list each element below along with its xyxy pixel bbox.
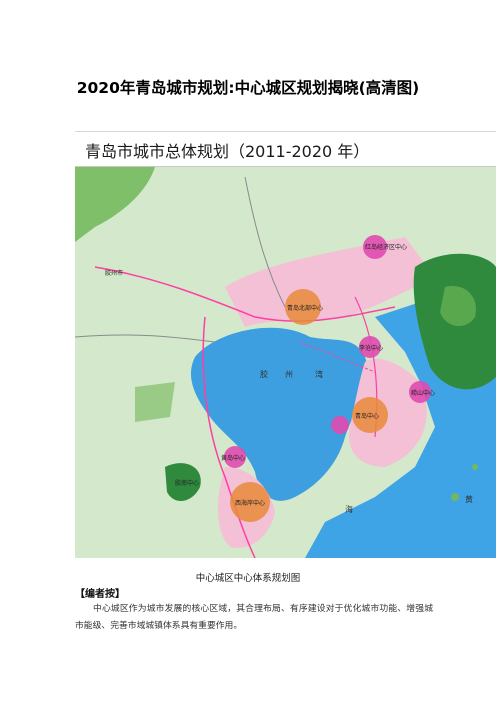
label-west-coast: 西海岸中心 — [235, 499, 265, 507]
label-bay-2: 州 — [285, 370, 293, 379]
label-laoshan: 崂山中心 — [411, 389, 435, 397]
label-red-island: 红岛经济区中心 — [365, 243, 407, 251]
island-1 — [451, 493, 459, 501]
island-2 — [472, 464, 478, 470]
editor-note-label: 【编者按】 — [75, 589, 125, 600]
map-title: 青岛市城市总体规划（2011-2020 年） — [85, 142, 370, 161]
center-small-marker — [331, 416, 349, 434]
green-patch-west — [135, 382, 175, 422]
planning-map: 胶州市 青岛北部中心 红岛经济区中心 李沧中心 崂山中心 黄岛中心 青岛中心 西… — [75, 167, 496, 558]
document-title: 2020年青岛城市规划:中心城区规划揭晓(高清图) — [76, 79, 420, 97]
label-city-west: 胶州市 — [105, 269, 123, 277]
label-main: 青岛中心 — [355, 412, 379, 420]
label-sea-1: 黄 — [465, 494, 473, 504]
planning-map-figure: 青岛市城市总体规划（2011-2020 年） 胶州市 青岛北部中心 红岛经济区中… — [75, 131, 496, 558]
body-paragraph: 中心城区作为城市发展的核心区域，其合理布局、有序建设对于优化城市功能、增强城市能… — [75, 604, 433, 631]
label-center-north: 青岛北部中心 — [287, 304, 323, 312]
figure-caption: 中心城区中心体系规划图 — [195, 573, 301, 584]
map-header: 青岛市城市总体规划（2011-2020 年） — [75, 131, 496, 168]
label-huangdao: 黄岛中心 — [221, 454, 245, 462]
label-sea-2: 海 — [345, 504, 353, 514]
label-licang: 李沧中心 — [359, 344, 383, 352]
label-left: 胶南中心 — [175, 479, 199, 487]
label-bay-3: 湾 — [315, 369, 323, 379]
label-bay-1: 胶 — [260, 369, 268, 379]
planning-map-svg: 胶州市 青岛北部中心 红岛经济区中心 李沧中心 崂山中心 黄岛中心 青岛中心 西… — [75, 167, 496, 558]
